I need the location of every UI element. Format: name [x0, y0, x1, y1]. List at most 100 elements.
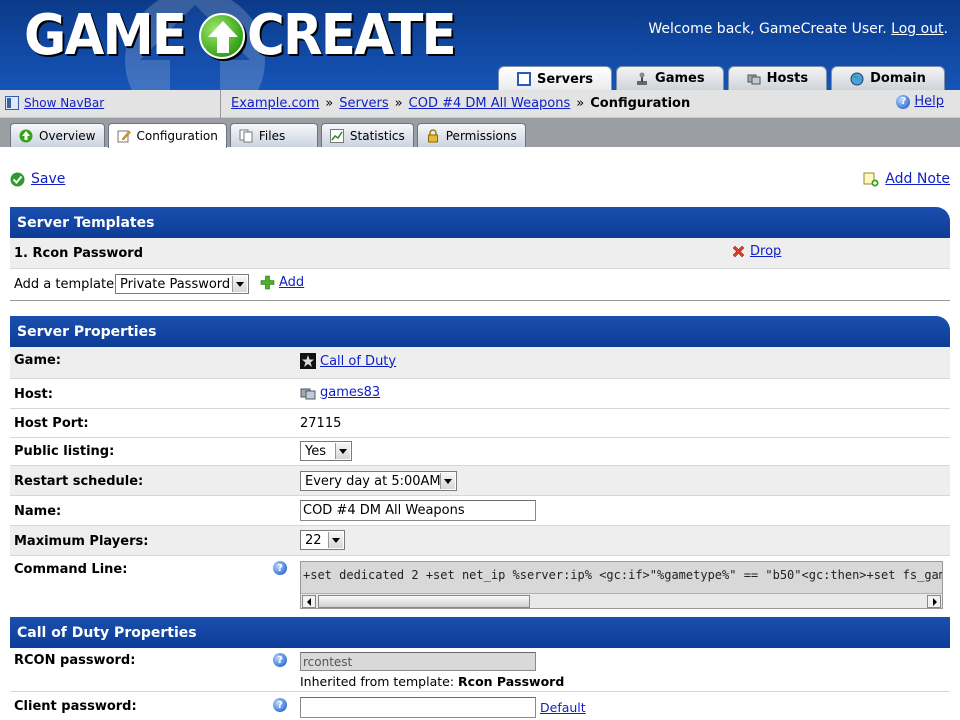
add-note-action[interactable]: Add Note: [863, 171, 950, 187]
host-port-label: Host Port:: [14, 416, 89, 431]
plus-icon: [260, 275, 275, 290]
scroll-left-button[interactable]: [302, 595, 316, 608]
add-note-icon: [863, 172, 879, 187]
scroll-right-button[interactable]: [927, 595, 941, 608]
host-server-icon: [300, 388, 316, 399]
inherited-prefix: Inherited from template:: [300, 674, 455, 689]
tab-domain-label: Domain: [870, 71, 926, 86]
arrow-right-icon: [933, 598, 937, 606]
logo-up-arrow-icon: [199, 13, 246, 59]
horizontal-scrollbar[interactable]: [301, 593, 942, 608]
welcome-text: Welcome back, GameCreate User.: [648, 21, 887, 37]
add-template-label: Add a template:: [14, 277, 119, 292]
edit-icon: [117, 130, 131, 143]
arrow-left-icon: [307, 598, 311, 606]
add-template-row: Add a template: Private Password Add: [10, 269, 950, 301]
property-row-host: Host: games83: [10, 379, 950, 409]
up-arrow-icon: [19, 129, 33, 142]
drop-action[interactable]: Drop: [731, 244, 781, 259]
show-navbar-link[interactable]: Show NavBar: [24, 96, 104, 110]
property-row-public-listing: Public listing: Yes: [10, 438, 950, 466]
tab-servers-label: Servers: [537, 71, 594, 87]
property-row-game: Game: Call of Duty: [10, 347, 950, 379]
add-template-action[interactable]: Add: [260, 275, 304, 290]
breadcrumb-example-com[interactable]: Example.com: [231, 96, 319, 111]
subtab-configuration-label: Configuration: [136, 129, 218, 143]
add-template-link[interactable]: Add: [279, 275, 304, 290]
joystick-icon: [637, 72, 648, 85]
template-item: 1. Rcon Password: [14, 246, 144, 261]
public-listing-select[interactable]: Yes: [300, 441, 352, 461]
app-header: GAME CREATE Welcome back, GameCreate Use…: [0, 0, 960, 90]
lock-icon: [427, 128, 438, 142]
subtab-statistics[interactable]: Statistics: [320, 123, 414, 147]
game-label: Game:: [14, 353, 62, 368]
name-field[interactable]: COD #4 DM All Weapons: [300, 500, 536, 521]
logout-link[interactable]: Log out: [891, 21, 943, 37]
server-icon: [517, 72, 531, 86]
default-link[interactable]: Default: [540, 700, 586, 715]
chevron-down-icon: [440, 473, 455, 489]
max-players-select[interactable]: 22: [300, 530, 345, 550]
drop-x-icon: [732, 245, 745, 258]
subtab-configuration[interactable]: Configuration: [107, 123, 227, 148]
add-note-link[interactable]: Add Note: [885, 171, 950, 187]
scroll-thumb[interactable]: [318, 595, 530, 608]
chevron-down-icon: [232, 276, 247, 292]
help-link-group[interactable]: ? Help: [896, 94, 944, 109]
breadcrumb: Example.com » Servers » COD #4 DM All We…: [231, 96, 690, 111]
logo-text-create: CREATE: [247, 3, 457, 68]
tab-servers[interactable]: Servers: [498, 66, 613, 90]
rcon-help-icon[interactable]: ?: [273, 653, 287, 667]
show-navbar-toggle[interactable]: Show NavBar: [5, 96, 104, 110]
action-row: Save Add Note: [10, 171, 950, 191]
game-link[interactable]: Call of Duty: [320, 354, 396, 369]
host-value: games83: [300, 385, 380, 400]
subtab-files[interactable]: Files: [229, 123, 318, 147]
gamecreate-logo[interactable]: GAME CREATE: [24, 6, 473, 66]
property-row-max-players: Maximum Players: 22: [10, 526, 950, 556]
property-row-host-port: Host Port: 27115: [10, 409, 950, 438]
cod-game-icon: [300, 353, 316, 369]
chevron-down-icon: [328, 532, 343, 548]
rcon-label: RCON password:: [14, 653, 136, 668]
max-players-label: Maximum Players:: [14, 534, 149, 549]
subtabs-bar: Overview Configuration Files Statistics …: [0, 118, 960, 148]
command-line-textarea[interactable]: +set dedicated 2 +set net_ip %server:ip%…: [300, 561, 943, 609]
cod-properties-header: Call of Duty Properties: [10, 617, 950, 648]
breadcrumb-separator: »: [394, 96, 403, 111]
tab-games[interactable]: Games: [616, 66, 724, 90]
client-password-help-icon[interactable]: ?: [273, 698, 287, 712]
breadcrumb-separator: »: [325, 96, 334, 111]
drop-link[interactable]: Drop: [750, 244, 781, 259]
client-password-field[interactable]: [300, 697, 536, 718]
host-label: Host:: [14, 387, 53, 402]
subtab-permissions[interactable]: Permissions: [416, 123, 526, 147]
template-select[interactable]: Private Password: [115, 274, 249, 294]
restart-schedule-value: Every day at 5:00AM: [305, 473, 441, 489]
help-link[interactable]: Help: [914, 94, 944, 109]
tab-games-label: Games: [655, 71, 705, 86]
server-properties-header: Server Properties: [10, 316, 950, 347]
save-link[interactable]: Save: [31, 171, 65, 187]
host-link[interactable]: games83: [320, 385, 380, 400]
breadcrumb-server-name[interactable]: COD #4 DM All Weapons: [409, 96, 571, 111]
rcon-field[interactable]: rcontest: [300, 652, 536, 671]
hosts-icon: [747, 74, 761, 84]
property-row-name: Name: COD #4 DM All Weapons: [10, 496, 950, 526]
tab-hosts[interactable]: Hosts: [727, 66, 828, 90]
restart-schedule-select[interactable]: Every day at 5:00AM: [300, 471, 457, 491]
checkmark-icon: [10, 172, 25, 186]
chevron-down-icon: [335, 443, 350, 459]
public-listing-label: Public listing:: [14, 444, 115, 459]
breadcrumb-current: Configuration: [590, 96, 691, 111]
restart-schedule-label: Restart schedule:: [14, 474, 144, 489]
breadcrumb-servers[interactable]: Servers: [339, 96, 388, 111]
max-players-value: 22: [305, 532, 322, 548]
subtab-overview-label: Overview: [39, 128, 96, 143]
tab-domain[interactable]: Domain: [831, 66, 945, 90]
command-line-help-icon[interactable]: ?: [273, 561, 287, 575]
public-listing-value: Yes: [305, 443, 326, 459]
subtab-overview[interactable]: Overview: [10, 123, 105, 147]
save-action[interactable]: Save: [10, 171, 65, 187]
